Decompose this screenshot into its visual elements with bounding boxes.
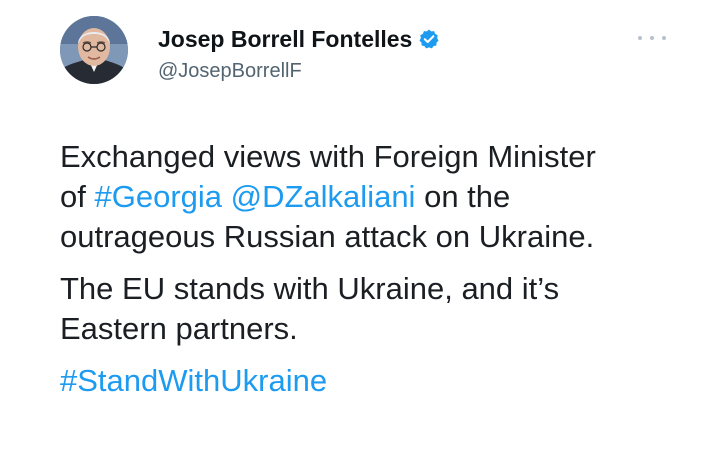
tweet-line-3: outrageous Russian attack on Ukraine. <box>60 219 595 254</box>
verified-badge-icon <box>418 28 440 50</box>
tweet-line-2-suffix: on the <box>424 179 511 214</box>
tweet-line-2-prefix: of <box>60 179 86 214</box>
author-name-row: Josep Borrell Fontelles <box>158 25 578 53</box>
profile-avatar[interactable] <box>60 16 128 84</box>
hashtag-standwithukraine-link[interactable]: #StandWithUkraine <box>60 363 327 398</box>
avatar-photo-icon <box>60 16 128 84</box>
tweet-paragraph-3: #StandWithUkraine <box>60 361 680 401</box>
more-options-icon[interactable] <box>638 32 666 44</box>
tweet-author: Josep Borrell Fontelles @JosepBorrellF <box>158 25 578 83</box>
dot-2 <box>650 36 654 40</box>
hashtag-georgia-link[interactable]: #Georgia <box>94 179 222 214</box>
tweet-line-1: Exchanged views with Foreign Minister <box>60 139 596 174</box>
tweet-text: Exchanged views with Foreign Minister of… <box>60 137 680 401</box>
author-handle[interactable]: @JosepBorrellF <box>158 59 578 83</box>
tweet-line-4: The EU stands with Ukraine, and it’s <box>60 271 560 306</box>
mention-dzalkaliani-link[interactable]: @DZalkaliani <box>231 179 416 214</box>
author-display-name[interactable]: Josep Borrell Fontelles <box>158 25 412 53</box>
tweet-line-5: Eastern partners. <box>60 311 298 346</box>
tweet-paragraph-1: Exchanged views with Foreign Minister of… <box>60 137 680 257</box>
dot-3 <box>662 36 666 40</box>
tweet-paragraph-2: The EU stands with Ukraine, and it’s Eas… <box>60 269 680 349</box>
tweet-card: Josep Borrell Fontelles @JosepBorrellF E… <box>0 0 720 454</box>
dot-1 <box>638 36 642 40</box>
